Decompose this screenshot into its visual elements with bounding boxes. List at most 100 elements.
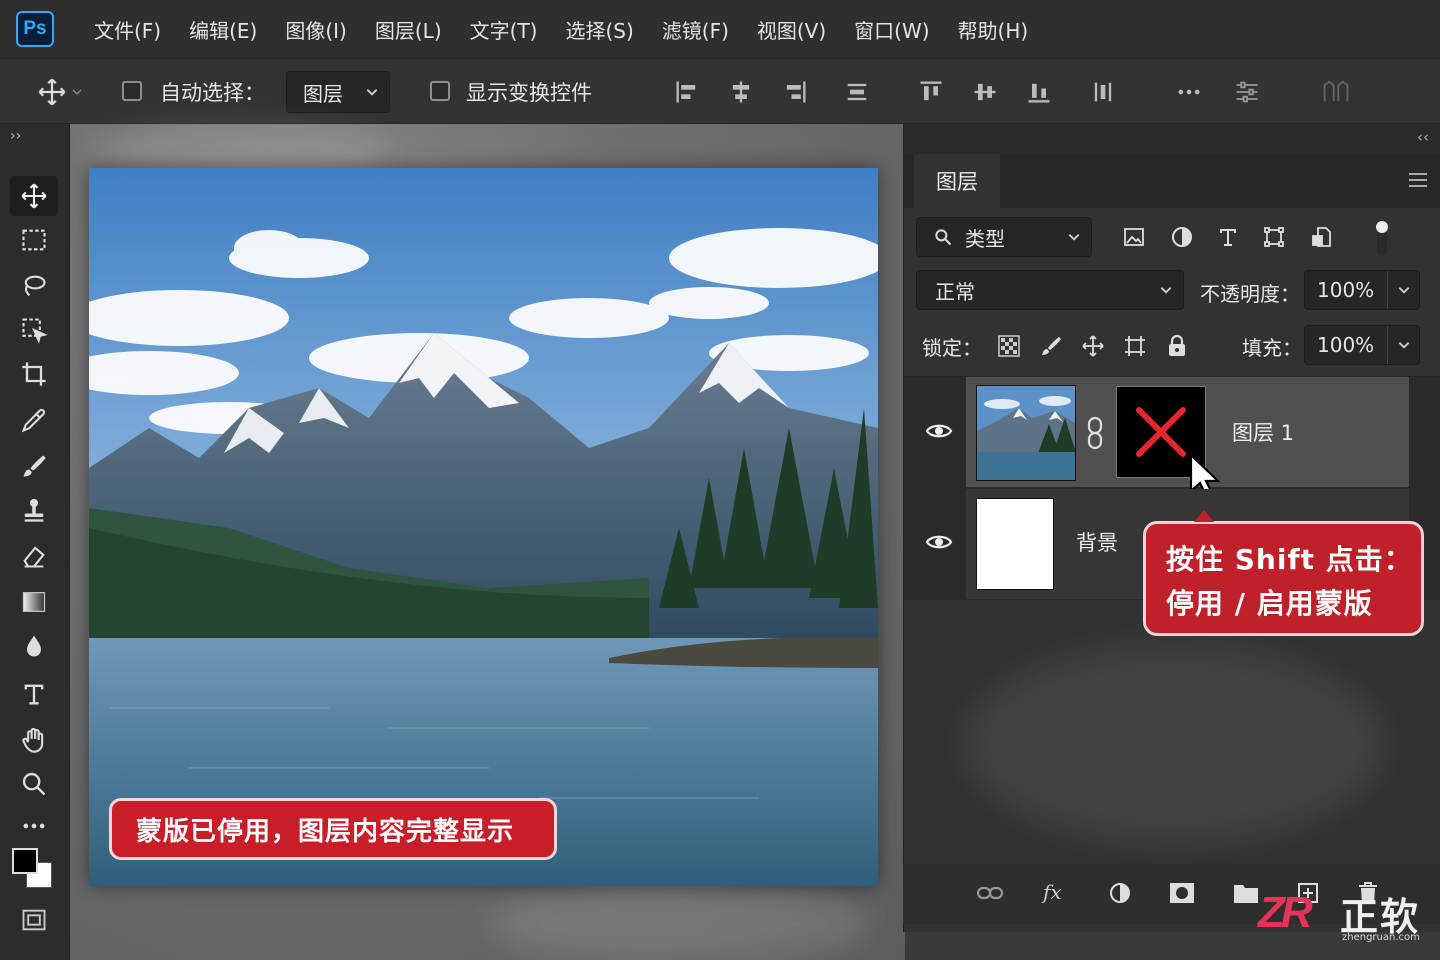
zoom-tool[interactable] bbox=[10, 764, 58, 804]
mask-link-icon[interactable] bbox=[1082, 413, 1108, 453]
align-hcenter-icon[interactable] bbox=[724, 75, 758, 109]
landscape-image bbox=[89, 168, 878, 886]
lock-position-icon[interactable] bbox=[1078, 330, 1108, 362]
auto-select-label: 自动选择： bbox=[160, 81, 265, 105]
blend-mode-dropdown[interactable]: 正常 bbox=[916, 270, 1184, 310]
menu-view[interactable]: 视图(V) bbox=[743, 15, 840, 44]
eraser-tool[interactable] bbox=[10, 536, 58, 576]
menu-help[interactable]: 帮助(H) bbox=[944, 15, 1043, 44]
lock-transparent-icon[interactable] bbox=[994, 330, 1024, 362]
add-mask-icon[interactable] bbox=[1165, 876, 1199, 910]
stamp-tool[interactable] bbox=[10, 490, 58, 530]
brush-tool[interactable] bbox=[10, 446, 58, 486]
menu-list: 文件(F) 编辑(E) 图像(I) 图层(L) 文字(T) 选择(S) 滤镜(F… bbox=[80, 0, 1042, 58]
more-options-icon[interactable] bbox=[1172, 75, 1206, 109]
blend-mode-value: 正常 bbox=[935, 279, 975, 304]
foreground-color-swatch[interactable] bbox=[12, 848, 38, 874]
layer-visibility-toggle[interactable] bbox=[922, 414, 956, 448]
marquee-icon bbox=[22, 229, 46, 251]
gradient-tool[interactable] bbox=[10, 582, 58, 622]
panel-tabbar: 图层 bbox=[904, 154, 1440, 208]
opacity-field[interactable]: 100% bbox=[1304, 270, 1420, 310]
hand-tool[interactable] bbox=[10, 720, 58, 760]
color-swatches[interactable] bbox=[12, 848, 56, 892]
auto-select-value: 图层 bbox=[303, 81, 343, 106]
menu-file[interactable]: 文件(F) bbox=[80, 15, 175, 44]
options-bar: 自动选择： 图层 显示变换控件 bbox=[0, 58, 1440, 169]
lock-all-icon[interactable] bbox=[1162, 330, 1192, 362]
panel-header-strip: ‹‹ bbox=[904, 124, 1440, 154]
logo-letters: ZR bbox=[1258, 888, 1313, 937]
layer-effects-icon[interactable]: fx bbox=[1037, 874, 1075, 912]
panel-collapse-button[interactable]: ‹‹ bbox=[1417, 128, 1429, 146]
fill-field[interactable]: 100% bbox=[1304, 325, 1420, 365]
blur-tool[interactable] bbox=[10, 626, 58, 666]
callout-line-1: 按住 Shift 点击： bbox=[1166, 543, 1413, 576]
type-tool[interactable] bbox=[10, 674, 58, 714]
menu-image[interactable]: 图像(I) bbox=[271, 15, 361, 44]
auto-select-checkbox[interactable] bbox=[122, 81, 142, 101]
canvas-haze bbox=[490, 884, 870, 960]
field-divider bbox=[1387, 326, 1388, 364]
menu-select[interactable]: 选择(S) bbox=[551, 15, 647, 44]
menu-window[interactable]: 窗口(W) bbox=[840, 15, 943, 44]
drop-icon bbox=[27, 635, 41, 657]
eraser-icon bbox=[23, 546, 45, 568]
tab-layers[interactable]: 图层 bbox=[914, 154, 1000, 208]
filter-pixel-icon[interactable] bbox=[1118, 220, 1150, 254]
crop-tool[interactable] bbox=[10, 354, 58, 394]
menu-type[interactable]: 文字(T) bbox=[456, 15, 552, 44]
link-layers-icon[interactable] bbox=[973, 876, 1007, 910]
lasso-tool[interactable] bbox=[10, 266, 58, 306]
move-tool-preset[interactable] bbox=[28, 73, 92, 111]
opacity-value: 100% bbox=[1317, 278, 1375, 302]
align-bottom-icon[interactable] bbox=[1022, 75, 1056, 109]
layer-visibility-toggle[interactable] bbox=[922, 525, 956, 559]
filter-adjustment-icon[interactable] bbox=[1166, 220, 1198, 254]
alignment-settings-icon[interactable] bbox=[1230, 75, 1264, 109]
filter-type-icon[interactable] bbox=[1212, 220, 1244, 254]
lock-pixels-icon[interactable] bbox=[1036, 330, 1066, 362]
stamp-icon bbox=[24, 498, 44, 522]
quick-mask-button[interactable] bbox=[10, 900, 58, 940]
layer-thumbnail[interactable] bbox=[976, 385, 1076, 481]
quick-mask-icon bbox=[22, 909, 46, 931]
move-tool[interactable] bbox=[10, 176, 58, 216]
auto-select-dropdown[interactable]: 图层 bbox=[286, 71, 390, 113]
document-image[interactable] bbox=[89, 168, 878, 886]
align-vcenter-icon[interactable] bbox=[968, 75, 1002, 109]
align-left-icon[interactable] bbox=[670, 75, 704, 109]
more-tools-button[interactable] bbox=[10, 806, 58, 846]
marquee-tool[interactable] bbox=[10, 220, 58, 260]
align-top-icon[interactable] bbox=[914, 75, 948, 109]
layer-name[interactable]: 背景 bbox=[1076, 527, 1118, 557]
chevron-down-icon bbox=[72, 89, 82, 96]
new-adjustment-icon[interactable] bbox=[1103, 876, 1137, 910]
menu-filter[interactable]: 滤镜(F) bbox=[648, 15, 743, 44]
eyedropper-tool[interactable] bbox=[10, 400, 58, 440]
layer-thumbnail[interactable] bbox=[976, 498, 1054, 590]
photoshop-logo[interactable]: Ps bbox=[16, 11, 54, 47]
distribute-horizontal-icon[interactable] bbox=[840, 75, 874, 109]
filter-smart-object-icon[interactable] bbox=[1306, 220, 1338, 254]
lasso-icon bbox=[24, 275, 46, 297]
show-transform-checkbox[interactable] bbox=[430, 81, 450, 101]
layer-filter-dropdown[interactable]: 类型 bbox=[916, 217, 1092, 257]
menu-layer[interactable]: 图层(L) bbox=[361, 15, 456, 44]
filter-shape-icon[interactable] bbox=[1258, 220, 1290, 254]
lock-artboard-icon[interactable] bbox=[1120, 330, 1150, 362]
toolbar-collapse-button[interactable]: ›› bbox=[10, 128, 21, 144]
gradient-icon bbox=[22, 592, 46, 612]
object-select-tool[interactable] bbox=[10, 310, 58, 350]
distribute-vertical-icon[interactable] bbox=[1086, 75, 1120, 109]
panel-menu-icon[interactable] bbox=[1407, 170, 1429, 190]
tools-panel: ›› bbox=[0, 124, 70, 960]
menu-edit[interactable]: 编辑(E) bbox=[175, 15, 271, 44]
layer-row[interactable]: 图层 1 bbox=[966, 377, 1409, 500]
align-right-icon[interactable] bbox=[778, 75, 812, 109]
filter-toggle-switch[interactable] bbox=[1370, 218, 1394, 258]
3d-mode-icon[interactable] bbox=[1316, 75, 1356, 109]
lock-label: 锁定： bbox=[922, 336, 982, 360]
layer-name[interactable]: 图层 1 bbox=[1232, 417, 1294, 447]
panel-haze bbox=[964, 644, 1384, 844]
